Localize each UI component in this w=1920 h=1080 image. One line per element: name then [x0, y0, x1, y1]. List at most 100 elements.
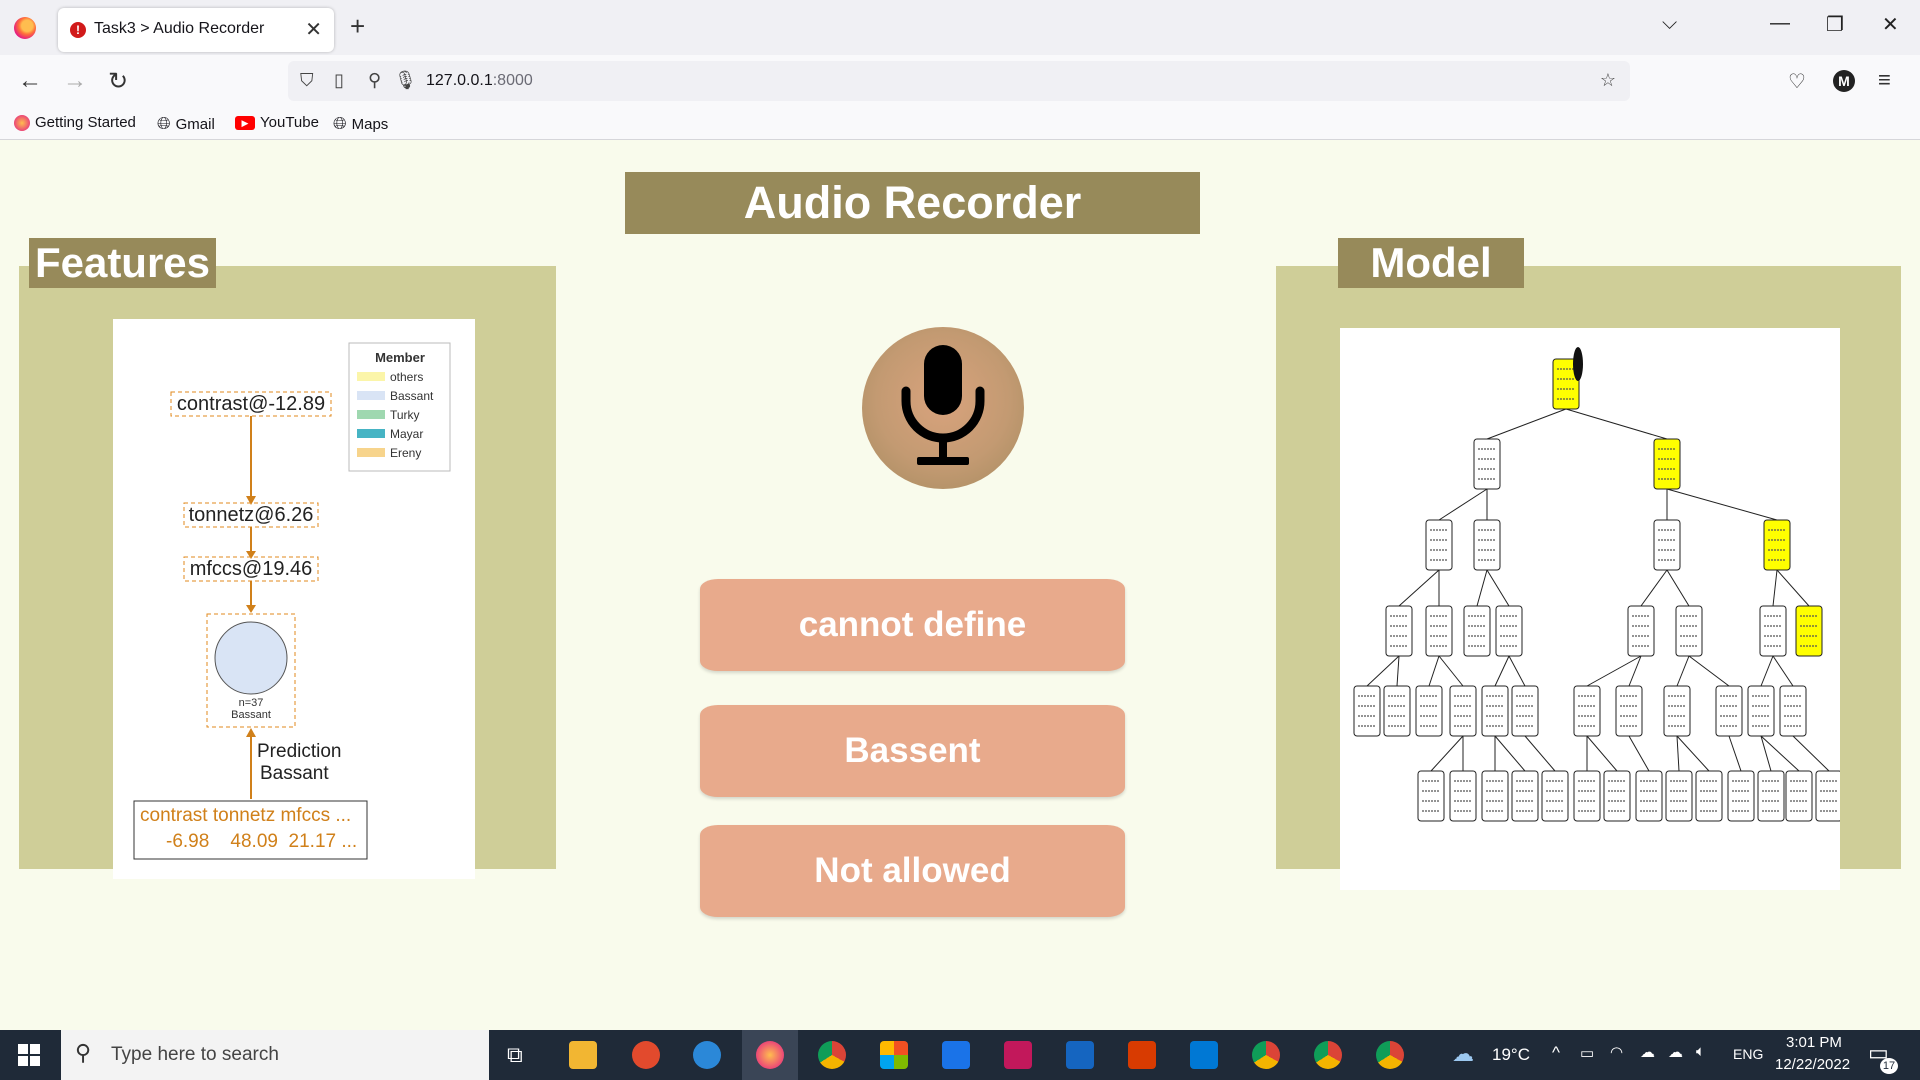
- tree-edge: [1792, 735, 1830, 772]
- reload-icon[interactable]: ↻: [108, 67, 128, 96]
- office-icon[interactable]: [1128, 1041, 1156, 1069]
- tree-node: [1511, 685, 1539, 737]
- leaf-circle: [214, 621, 288, 695]
- globe-icon: 🌐︎: [333, 114, 347, 133]
- chrome-icon[interactable]: [818, 1041, 846, 1069]
- tree-node: [1779, 685, 1807, 737]
- weather-icon[interactable]: ☁: [1452, 1041, 1474, 1067]
- clock-date[interactable]: 12/22/2022: [1775, 1056, 1850, 1073]
- firefox-logo-icon[interactable]: [14, 17, 36, 39]
- tree-node: [1665, 770, 1693, 822]
- minimize-icon[interactable]: —: [1770, 12, 1790, 35]
- tree-edge: [1494, 655, 1510, 687]
- windows-start-icon[interactable]: [18, 1044, 40, 1066]
- cursor-blob: [1573, 347, 1583, 381]
- taskbar-search-box[interactable]: ⚲ Type here to search: [61, 1030, 489, 1080]
- bookmark-gmail[interactable]: 🌐︎ Gmail: [157, 114, 215, 134]
- tree-edge: [1688, 655, 1730, 687]
- store-icon[interactable]: [880, 1041, 908, 1069]
- tree-edge: [1728, 735, 1742, 772]
- tree-edge: [1438, 488, 1488, 521]
- tree-node: [1763, 519, 1791, 571]
- bookmark-star-icon[interactable]: ☆: [1600, 70, 1616, 91]
- shield-icon[interactable]: ⛉: [300, 70, 314, 91]
- prediction-path-chart: Member others Bassant Turky Mayar Ereny …: [113, 319, 475, 879]
- navigation-bar: ← → ↻ ⛉ ▯ ⚲ 🎙︎ 127.0.0.1:8000 ☆ ♡ M ≡: [0, 55, 1920, 108]
- permissions-icon[interactable]: ⚲: [368, 70, 381, 91]
- legend-label-bassant: Bassant: [390, 389, 434, 403]
- legend-label-turky: Turky: [390, 408, 420, 422]
- back-icon[interactable]: ←: [18, 67, 42, 95]
- tree-node: [1425, 605, 1453, 657]
- tree-edge: [1666, 488, 1778, 521]
- legend-swatch-bassant: [357, 391, 385, 400]
- legend-label-others: others: [390, 370, 423, 384]
- microphone-permission-icon[interactable]: 🎙︎: [394, 70, 417, 91]
- app-icon[interactable]: [632, 1041, 660, 1069]
- tree-edge: [1366, 655, 1400, 687]
- leaf-count: n=37: [239, 697, 264, 709]
- model-label: Model: [1338, 238, 1524, 288]
- tree-edge: [1398, 569, 1440, 607]
- chrome-icon[interactable]: [1376, 1041, 1404, 1069]
- tree-node: [1481, 685, 1509, 737]
- temperature[interactable]: 19°C: [1492, 1045, 1530, 1065]
- clock-time[interactable]: 3:01 PM: [1786, 1034, 1842, 1051]
- language-indicator[interactable]: ENG: [1733, 1046, 1763, 1062]
- tree-node: [1715, 685, 1743, 737]
- bookmark-youtube[interactable]: ▶ YouTube: [235, 114, 319, 131]
- record-button[interactable]: [862, 327, 1024, 489]
- edge-icon[interactable]: [693, 1041, 721, 1069]
- tree-node: [1449, 770, 1477, 822]
- vscode-icon[interactable]: [1190, 1041, 1218, 1069]
- forward-icon[interactable]: →: [63, 67, 87, 95]
- chrome-profile-e-icon[interactable]: [1252, 1041, 1280, 1069]
- menu-icon[interactable]: ≡: [1878, 67, 1891, 93]
- page-title: Audio Recorder: [625, 172, 1200, 234]
- pocket-icon[interactable]: ♡: [1788, 69, 1806, 94]
- tab-active[interactable]: ! Task3 > Audio Recorder ✕: [58, 8, 334, 52]
- url-bar[interactable]: ⛉ ▯ ⚲ 🎙︎ 127.0.0.1:8000 ☆: [288, 61, 1630, 101]
- battery-icon[interactable]: ▭: [1580, 1044, 1594, 1062]
- tree-node: [1675, 605, 1703, 657]
- tree-edge: [1438, 655, 1464, 687]
- result-button-cannot-define[interactable]: cannot define: [700, 579, 1125, 671]
- tree-node: [1635, 770, 1663, 822]
- page-icon[interactable]: ▯: [334, 70, 344, 91]
- recorder-icon[interactable]: [1004, 1041, 1032, 1069]
- new-tab-icon[interactable]: +: [350, 11, 365, 42]
- close-window-icon[interactable]: ✕: [1882, 12, 1899, 37]
- url-text[interactable]: 127.0.0.1:8000: [426, 72, 533, 90]
- close-tab-icon[interactable]: ✕: [305, 17, 322, 42]
- tab-list-chevron-icon[interactable]: ⌵: [1662, 12, 1677, 35]
- volume-icon[interactable]: 🔈︎: [1696, 1043, 1705, 1060]
- task-view-icon[interactable]: ⧉: [507, 1042, 523, 1068]
- tree-edge: [1565, 408, 1668, 440]
- prediction-label: Prediction: [257, 741, 342, 762]
- feature-values: -6.98 48.09 21.17 ...: [166, 831, 357, 852]
- result-button-bassent[interactable]: Bassent: [700, 705, 1125, 797]
- restore-icon[interactable]: ❐: [1826, 12, 1844, 37]
- bookmark-maps[interactable]: 🌐︎ Maps: [333, 114, 388, 134]
- file-explorer-icon[interactable]: [569, 1041, 597, 1069]
- profile-avatar[interactable]: M: [1833, 70, 1855, 92]
- tree-node: [1417, 770, 1445, 822]
- feature-headers: contrast tonnetz mfccs ...: [140, 805, 351, 826]
- bookmark-getting-started[interactable]: Getting Started: [14, 114, 136, 131]
- chrome-profile-m-icon[interactable]: [1314, 1041, 1342, 1069]
- page-content: Audio Recorder Features Member others Ba…: [0, 141, 1920, 1030]
- tree-node: [1573, 770, 1601, 822]
- wifi-icon[interactable]: ◠: [1610, 1043, 1623, 1061]
- tree-node: [1473, 519, 1501, 571]
- security-icon[interactable]: [1066, 1041, 1094, 1069]
- network-icon[interactable]: ☁: [1640, 1043, 1655, 1061]
- mail-icon[interactable]: [942, 1041, 970, 1069]
- decision-tree-svg: [1353, 347, 1843, 822]
- globe-icon: 🌐︎: [157, 114, 171, 133]
- tree-node: [1759, 605, 1787, 657]
- firefox-icon[interactable]: [756, 1041, 784, 1069]
- show-hidden-icons-icon[interactable]: ^: [1552, 1043, 1560, 1063]
- result-button-not-allowed[interactable]: Not allowed: [700, 825, 1125, 917]
- onedrive-icon[interactable]: ☁: [1668, 1043, 1683, 1061]
- legend-label-mayar: Mayar: [390, 427, 423, 441]
